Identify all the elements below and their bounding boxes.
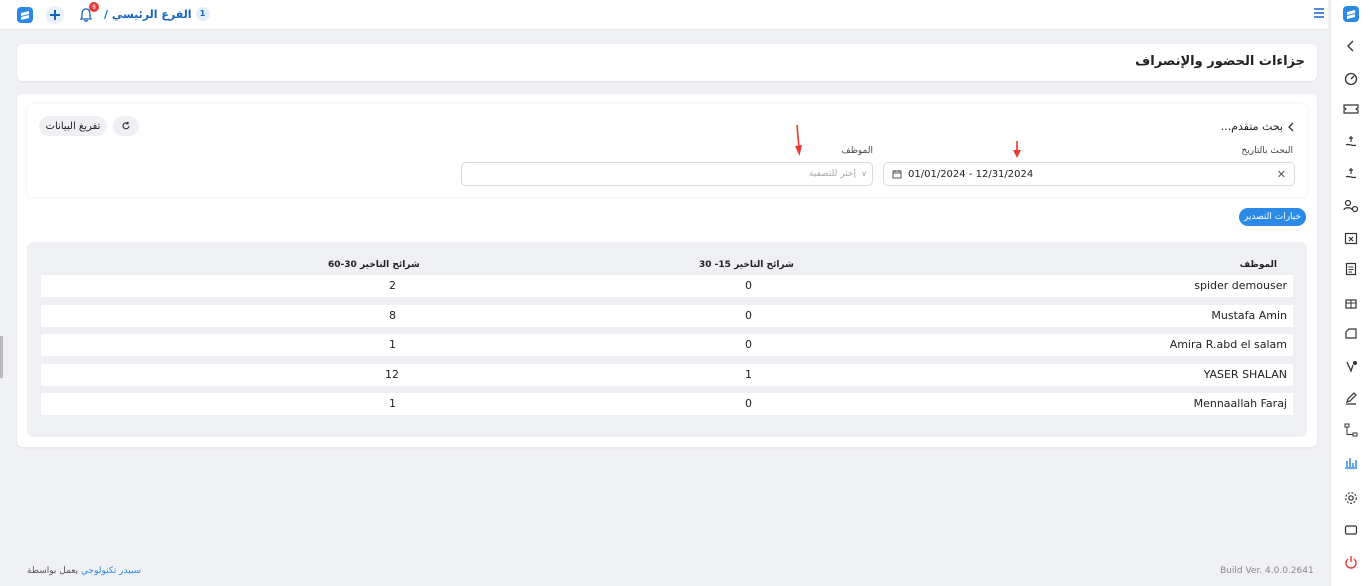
menu-toggle-icon[interactable] (1312, 6, 1326, 20)
cell-late-30-60: 12 (385, 368, 399, 381)
branch-label: الفرع الرئيسي / (104, 7, 192, 21)
annotation-arrow-icon (795, 124, 802, 156)
clear-data-button[interactable]: تفريغ البيانات (39, 116, 107, 136)
page-header-card: جزاءات الحضور والإنصراف (17, 44, 1317, 81)
ticket-icon[interactable] (1341, 99, 1361, 119)
cell-late-15-30: 0 (745, 309, 752, 322)
table-row: spider demouser 0 2 (41, 275, 1293, 297)
sidebar-logo-icon[interactable] (1341, 4, 1361, 24)
column-header-late-15-30: شرائح التاخير 15- 30 (699, 260, 794, 270)
advanced-search-label: بحث متقدم... (1220, 120, 1283, 133)
cell-employee: Amira R.abd el salam (1169, 338, 1287, 351)
table-row: Mennaallah Faraj 0 1 (41, 393, 1293, 415)
cell-employee: Mustafa Amin (1211, 309, 1287, 322)
document-icon[interactable] (1341, 259, 1361, 279)
employee-filter-label: الموظف (841, 146, 873, 156)
top-bar: 8 1 الفرع الرئيسي / (0, 0, 1328, 30)
dashboard-icon[interactable] (1341, 68, 1361, 88)
calendar-cancel-icon[interactable] (1341, 228, 1361, 248)
cell-late-30-60: 1 (389, 397, 396, 410)
vehicle-icon[interactable] (1341, 324, 1361, 344)
column-header-employee: الموظف (1239, 260, 1277, 270)
cell-employee: spider demouser (1194, 279, 1287, 292)
payments-icon[interactable] (1341, 163, 1361, 183)
branch-selector[interactable]: 1 الفرع الرئيسي / (104, 7, 210, 21)
report-card: بحث متقدم... تفريغ البيانات البحث بالتار… (17, 94, 1317, 447)
footer-powered-by: سبيدر تكنولوجي يعمل بواسطة (27, 566, 141, 576)
cell-employee: Mennaallah Faraj (1193, 397, 1287, 410)
powered-by-text: يعمل بواسطة (27, 566, 79, 576)
approval-icon[interactable] (1341, 356, 1361, 376)
logout-power-icon[interactable] (1341, 552, 1361, 572)
advanced-search-toggle[interactable]: بحث متقدم... (1221, 120, 1295, 133)
window-icon[interactable] (1341, 520, 1361, 540)
refresh-button[interactable] (113, 116, 139, 136)
clear-date-icon[interactable]: ✕ (1277, 168, 1286, 181)
employee-placeholder: إختر للتصفية (809, 169, 856, 179)
employee-select[interactable]: ∨ إختر للتصفية (461, 162, 873, 186)
build-version: Build Ver. 4.0.0.2641 (1220, 566, 1314, 576)
salary-icon[interactable] (1341, 131, 1361, 151)
right-sidebar (1330, 0, 1370, 586)
notification-badge: 8 (89, 2, 99, 12)
cell-late-15-30: 0 (745, 397, 752, 410)
chevron-left-icon (1288, 122, 1294, 131)
settings-gear-icon[interactable] (1341, 488, 1361, 508)
branch-number: 1 (195, 7, 210, 21)
refresh-icon (122, 121, 130, 130)
date-range-value: 01/01/2024 - 12/31/2024 (908, 169, 1034, 180)
table-header: الموظف شرائح التاخير 15- 30 شرائح التاخي… (41, 256, 1293, 276)
company-link[interactable]: سبيدر تكنولوجي (81, 566, 141, 576)
table-row: Amira R.abd el salam 0 1 (41, 334, 1293, 356)
date-range-input[interactable]: 01/01/2024 - 12/31/2024 ✕ (883, 162, 1295, 186)
table-row: YASER SHALAN 1 12 (41, 364, 1293, 386)
cell-late-15-30: 0 (745, 338, 752, 351)
date-search-label: البحث بالتاريخ (1241, 146, 1293, 156)
column-header-late-30-60: شرائح التاخير 30-60 (328, 260, 420, 270)
annotation-arrow-icon (1013, 141, 1021, 158)
table-row: Mustafa Amin 0 8 (41, 305, 1293, 327)
cell-employee: YASER SHALAN (1203, 368, 1287, 381)
collapse-chevron-icon[interactable] (1341, 36, 1361, 56)
add-icon[interactable] (43, 3, 67, 27)
reports-chart-icon[interactable] (1341, 452, 1361, 472)
notification-bell-icon[interactable]: 8 (74, 2, 99, 27)
org-chart-icon[interactable] (1341, 420, 1361, 440)
report-table: الموظف شرائح التاخير 15- 30 شرائح التاخي… (27, 242, 1307, 437)
cell-late-30-60: 8 (389, 309, 396, 322)
page-title: جزاءات الحضور والإنصراف (1135, 54, 1305, 69)
users-settings-icon[interactable] (1341, 196, 1361, 216)
cell-late-15-30: 0 (745, 279, 752, 292)
sign-pen-icon[interactable] (1341, 388, 1361, 408)
left-edge-handle[interactable] (0, 336, 3, 378)
cell-late-30-60: 2 (389, 279, 396, 292)
advanced-search-panel: بحث متقدم... تفريغ البيانات البحث بالتار… (27, 104, 1307, 197)
calendar-icon (892, 170, 902, 179)
export-options-button[interactable]: خيارات التصدير (1239, 208, 1306, 226)
cell-late-15-30: 1 (745, 368, 752, 381)
chevron-down-icon: ∨ (861, 169, 867, 178)
gift-icon[interactable] (1341, 292, 1361, 312)
cell-late-30-60: 1 (389, 338, 396, 351)
app-logo-icon[interactable] (13, 3, 37, 27)
